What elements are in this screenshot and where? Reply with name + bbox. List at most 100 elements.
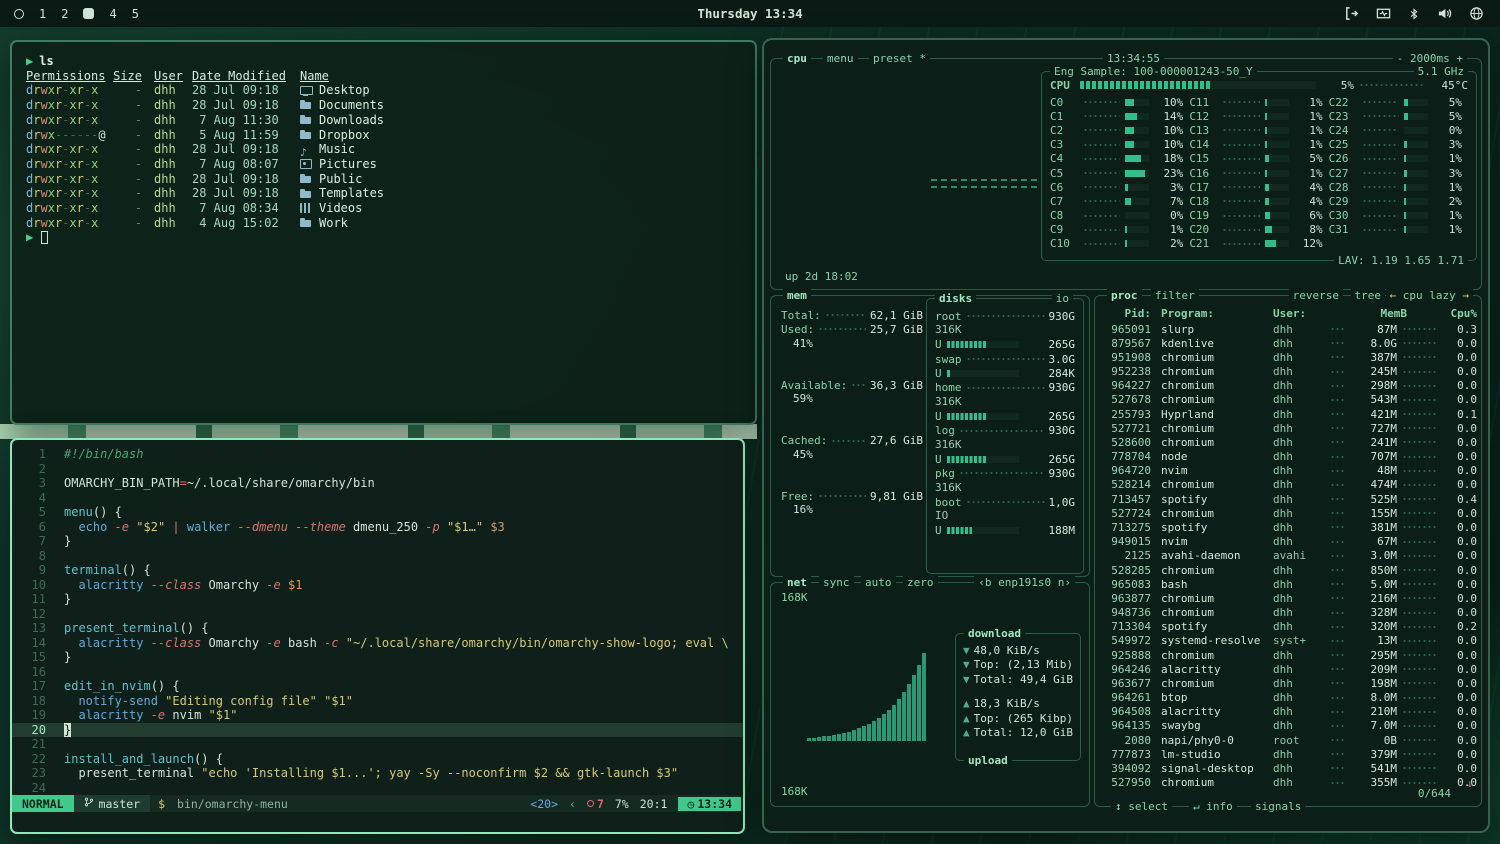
workspace-1[interactable]: 1 [39, 7, 46, 21]
file-name: Videos [300, 201, 362, 216]
process-row[interactable]: 964227chromiumdhh298M0.0 [1095, 379, 1481, 393]
tree-button[interactable]: tree [1351, 288, 1386, 303]
core-meter-fill [1125, 113, 1137, 120]
process-row[interactable]: 713304spotifydhh320M0.2 [1095, 620, 1481, 634]
process-row[interactable]: 528600chromiumdhh241M0.0 [1095, 435, 1481, 449]
process-row[interactable]: 964508alacrittydhh210M0.0 [1095, 705, 1481, 719]
interval-decrease[interactable]: - [1397, 52, 1404, 65]
filter-button[interactable]: filter [1151, 288, 1199, 303]
perm-char: x [91, 113, 98, 127]
command-line[interactable] [12, 812, 743, 832]
process-row[interactable]: 2125avahi-daemonavahi3.0M0.0 [1095, 549, 1481, 563]
process-name: nvim [1151, 535, 1273, 548]
line-number: 12 [12, 607, 64, 622]
prompt-line-empty[interactable]: ▶ [26, 230, 741, 245]
btop-window[interactable]: cpu menu preset * 13:34:55 - 2000ms + En… [762, 38, 1490, 833]
process-row[interactable]: 925888chromiumdhh295M0.0 [1095, 648, 1481, 662]
workspace-special-icon[interactable] [14, 9, 24, 19]
process-row[interactable]: 948736chromiumdhh328M0.0 [1095, 605, 1481, 619]
menu-button[interactable]: menu [823, 51, 858, 66]
sort-prev-icon[interactable]: ← [1390, 289, 1397, 302]
process-user: dhh [1273, 677, 1325, 690]
leader [966, 315, 1045, 317]
code-area[interactable]: 1#!/bin/bash23OMARCHY_BIN_PATH=~/.local/… [12, 440, 743, 795]
preset-button[interactable]: preset * [869, 51, 930, 66]
process-list[interactable]: 965091slurpdhh87M0.3879567kdenlivedhh8.0… [1095, 322, 1481, 790]
header-user[interactable]: User: [1273, 307, 1325, 320]
workspace-5[interactable]: 5 [132, 7, 139, 21]
process-row[interactable]: 527721chromiumdhh727M0.0 [1095, 421, 1481, 435]
process-pid: 2125 [1095, 549, 1151, 562]
process-row[interactable]: 879567kdenlivedhh8.0G0.0 [1095, 336, 1481, 350]
code-line: 8 [12, 549, 743, 564]
header-program[interactable]: Program: [1151, 307, 1273, 320]
core-meter-fill [1404, 99, 1408, 106]
process-row[interactable]: 777873lm-studiodhh379M0.0 [1095, 747, 1481, 761]
net-interface[interactable]: ‹b enp191s0 n› [974, 575, 1075, 590]
process-memory: 541M [1351, 762, 1397, 775]
upload-stat: ▲18,3 KiB/s [963, 697, 1073, 712]
header-memory[interactable]: MemB [1361, 307, 1407, 320]
process-row[interactable]: 963677chromiumdhh198M0.0 [1095, 676, 1481, 690]
bluetooth-icon[interactable] [1408, 7, 1420, 21]
core-label: C2 [1050, 124, 1078, 137]
process-row[interactable]: 965091slurpdhh87M0.3 [1095, 322, 1481, 336]
cpu-core-row: C301% [1329, 209, 1462, 223]
volume-icon[interactable] [1437, 6, 1452, 21]
header-pid[interactable]: Pid: [1095, 307, 1151, 320]
process-row[interactable]: 964246alacrittydhh209M0.0 [1095, 662, 1481, 676]
process-row[interactable]: 964135swaybgdhh7.0M0.0 [1095, 719, 1481, 733]
process-row[interactable]: 713275spotifydhh381M0.0 [1095, 520, 1481, 534]
disk-io-value: IO [935, 509, 1075, 523]
perm-char: x [91, 157, 98, 171]
workspace-4[interactable]: 4 [109, 7, 116, 21]
net-sync-button[interactable]: sync [819, 575, 854, 590]
workspace-2[interactable]: 2 [61, 7, 68, 21]
io-mode-button[interactable]: io [1052, 291, 1073, 306]
process-row[interactable]: 2080napi/phy0-0root0B0.0 [1095, 733, 1481, 747]
core-label: C25 [1329, 138, 1357, 151]
process-row[interactable]: 255793Hyprlanddhh421M0.1 [1095, 407, 1481, 421]
process-row[interactable]: 778704nodedhh707M0.0 [1095, 450, 1481, 464]
process-name: chromium [1151, 351, 1273, 364]
core-label: C8 [1050, 209, 1078, 222]
process-user: root [1273, 734, 1325, 747]
globe-icon[interactable] [1469, 6, 1484, 21]
file-owner: dhh [154, 83, 188, 98]
net-zero-button[interactable]: zero [903, 575, 938, 590]
cpu-core-row: C174% [1189, 180, 1322, 194]
header-cpu[interactable]: Cpu% [1443, 307, 1477, 320]
logout-icon[interactable] [1344, 6, 1359, 21]
sort-next-icon[interactable]: → [1462, 289, 1469, 302]
permissions: drwxr-xr-x [26, 142, 112, 157]
process-row[interactable]: 952238chromiumdhh245M0.0 [1095, 365, 1481, 379]
leader [1330, 767, 1346, 769]
process-row[interactable]: 394092signal-desktopdhh541M0.0 [1095, 761, 1481, 775]
scroll-down-icon[interactable]: ↓ [1466, 777, 1473, 790]
screencast-icon[interactable] [1376, 6, 1391, 21]
reverse-button[interactable]: reverse [1289, 288, 1343, 303]
process-row[interactable]: 964720nvimdhh48M0.0 [1095, 464, 1481, 478]
editor-window[interactable]: 1#!/bin/bash23OMARCHY_BIN_PATH=~/.local/… [10, 438, 745, 834]
process-row[interactable]: 527724chromiumdhh155M0.0 [1095, 506, 1481, 520]
process-row[interactable]: 549972systemd-resolvesyst+13M0.0 [1095, 634, 1481, 648]
process-row[interactable]: 965083bashdhh5.0M0.0 [1095, 577, 1481, 591]
core-label: C15 [1189, 152, 1217, 165]
sort-selector[interactable]: ← cpu lazy → [1386, 288, 1473, 303]
terminal-window-ls[interactable]: ▶ ls Permissions Size User Date Modified… [10, 40, 757, 425]
net-auto-button[interactable]: auto [861, 575, 896, 590]
process-row[interactable]: 528214chromiumdhh474M0.0 [1095, 478, 1481, 492]
token: | [165, 520, 179, 534]
workspace-active-indicator[interactable] [83, 8, 94, 19]
process-row[interactable]: 528285chromiumdhh850M0.0 [1095, 563, 1481, 577]
cpu-core-row: C141% [1189, 138, 1322, 152]
process-name: chromium [1151, 564, 1273, 577]
process-row[interactable]: 527678chromiumdhh543M0.0 [1095, 393, 1481, 407]
process-row[interactable]: 949015nvimdhh67M0.0 [1095, 535, 1481, 549]
process-row[interactable]: 713457spotifydhh525M0.4 [1095, 492, 1481, 506]
process-row[interactable]: 964261btopdhh8.0M0.0 [1095, 690, 1481, 704]
process-row[interactable]: 963877chromiumdhh216M0.0 [1095, 591, 1481, 605]
disks-title[interactable]: disks [935, 291, 976, 306]
process-row[interactable]: 951908chromiumdhh387M0.0 [1095, 350, 1481, 364]
process-cpu-graph [1402, 427, 1438, 429]
